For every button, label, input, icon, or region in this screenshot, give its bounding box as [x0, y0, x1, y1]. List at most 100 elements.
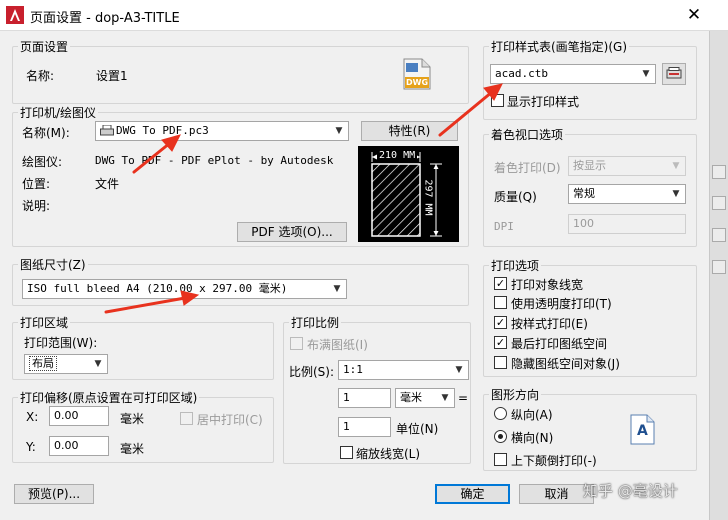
offset-y-input[interactable]: 0.00	[49, 436, 109, 456]
plot-option-label: 打印对象线宽	[511, 278, 584, 292]
scale-unit-value: 毫米	[400, 391, 422, 404]
close-button[interactable]: ✕	[680, 3, 708, 27]
background-control	[712, 165, 726, 179]
location-value: 文件	[95, 177, 120, 191]
offset-x-label: X:	[26, 410, 39, 424]
display-plot-styles-checkbox[interactable]	[491, 94, 504, 107]
dwg-icon-text: DWG	[406, 78, 429, 87]
location-label: 位置:	[22, 177, 51, 191]
paper-size-value: ISO full bleed A4 (210.00 x 297.00 毫米)	[27, 282, 288, 295]
plot-style-edit-button[interactable]	[662, 63, 686, 85]
plot-style-value: acad.ctb	[495, 67, 548, 80]
printer-icon	[100, 124, 114, 137]
page-setup-legend: 页面设置	[20, 40, 69, 54]
shade-plot-label: 着色打印(D)	[494, 161, 561, 175]
scale-value1-input[interactable]: 1	[338, 388, 391, 408]
chevron-down-icon: ▼	[642, 69, 650, 79]
center-plot-label: 居中打印(C)	[197, 413, 263, 427]
plot-range-select[interactable]: 布局 ▼	[24, 354, 108, 374]
upside-down-label: 上下颠倒打印(-)	[511, 454, 597, 468]
background-control	[712, 196, 726, 210]
portrait-label: 纵向(A)	[511, 408, 553, 422]
ok-button[interactable]: 确定	[435, 484, 510, 504]
chevron-down-icon: ▼	[455, 365, 463, 375]
pdf-options-button[interactable]: PDF 选项(O)...	[237, 222, 347, 242]
plot-option-checkbox[interactable]: ✓	[494, 336, 507, 349]
background-control	[712, 228, 726, 242]
printer-legend: 打印机/绘图仪	[20, 106, 97, 120]
plot-option-label: 最后打印图纸空间	[511, 337, 608, 351]
plot-range-label: 打印范围(W):	[24, 336, 98, 350]
offset-y-unit: 毫米	[120, 442, 145, 456]
plot-option-checkbox[interactable]: ✓	[494, 316, 507, 329]
orientation-letter: A	[637, 423, 648, 439]
plot-style-table-legend: 打印样式表(画笔指定)(G)	[491, 40, 628, 54]
watermark-text: 知乎 @毫设计	[583, 482, 678, 500]
shade-plot-select[interactable]: 按显示 ▼	[568, 156, 686, 176]
plot-style-select[interactable]: acad.ctb ▼	[490, 64, 656, 84]
chevron-down-icon: ▼	[672, 161, 680, 171]
scale-value2-input[interactable]: 1	[338, 417, 391, 437]
scale-unit-label: 单位(N)	[396, 422, 439, 436]
autocad-app-icon	[6, 6, 24, 24]
shaded-viewport-legend: 着色视口选项	[491, 128, 564, 142]
plot-scale-legend: 打印比例	[291, 316, 340, 330]
upside-down-checkbox[interactable]	[494, 453, 507, 466]
plot-option-label: 隐藏图纸空间对象(J)	[511, 357, 620, 371]
offset-x-unit: 毫米	[120, 412, 145, 426]
printer-name-value: DWG To PDF.pc3	[116, 124, 209, 137]
landscape-label: 横向(N)	[511, 431, 554, 445]
page-setup-group: 页面设置	[12, 38, 469, 104]
scale-unit-select[interactable]: 毫米 ▼	[395, 388, 455, 408]
plot-option-checkbox[interactable]	[494, 296, 507, 309]
quality-value: 常规	[573, 187, 595, 200]
dpi-input[interactable]: 100	[568, 214, 686, 234]
window-title: 页面设置 - dop-A3-TITLE	[30, 11, 180, 26]
quality-label: 质量(Q)	[494, 190, 537, 204]
description-label: 说明:	[22, 199, 51, 213]
plot-option-label: 按样式打印(E)	[511, 317, 588, 331]
plot-area-legend: 打印区域	[20, 316, 69, 330]
scale-label: 比例(S):	[289, 365, 335, 379]
preview-width-label: 210 MM	[377, 150, 418, 161]
preview-button[interactable]: 预览(P)...	[14, 484, 94, 504]
plot-range-value: 布局	[29, 356, 57, 371]
fit-to-paper-label: 布满图纸(I)	[307, 338, 368, 352]
printer-properties-button[interactable]: 特性(R)	[361, 121, 458, 141]
printer-name-label: 名称(M):	[22, 126, 70, 140]
chevron-down-icon: ▼	[672, 189, 680, 199]
plot-option-checkbox[interactable]: ✓	[494, 277, 507, 290]
plot-offset-legend: 打印偏移(原点设置在可打印区域)	[20, 391, 198, 405]
plotter-label: 绘图仪:	[22, 155, 63, 169]
plot-style-edit-icon	[666, 67, 682, 79]
display-plot-styles-label: 显示打印样式	[507, 95, 580, 109]
landscape-radio[interactable]	[494, 430, 507, 443]
dwg-file-icon: DWG	[402, 58, 432, 90]
equals-sign: =	[458, 391, 469, 405]
background-window-edge	[709, 31, 728, 520]
plot-option-label: 使用透明度打印(T)	[511, 297, 612, 311]
scale-lineweights-checkbox[interactable]	[340, 446, 353, 459]
scale-lineweights-label: 缩放线宽(L)	[356, 447, 421, 461]
chevron-down-icon: ▼	[94, 359, 102, 369]
printer-name-select[interactable]: DWG To PDF.pc3 ▼	[95, 121, 349, 141]
dpi-label: DPI	[494, 220, 514, 233]
scale-select[interactable]: 1:1 ▼	[338, 360, 469, 380]
chevron-down-icon: ▼	[333, 284, 341, 294]
orientation-page-icon: A	[630, 414, 655, 445]
scale-value: 1:1	[343, 363, 363, 376]
drawing-orientation-legend: 图形方向	[491, 388, 540, 402]
paper-preview: 210 MM 297 MM	[358, 146, 459, 242]
shade-plot-value: 按显示	[573, 159, 606, 172]
paper-size-select[interactable]: ISO full bleed A4 (210.00 x 297.00 毫米) ▼	[22, 279, 347, 299]
page-setup-name-label: 名称:	[26, 69, 55, 83]
plot-option-checkbox[interactable]	[494, 356, 507, 369]
fit-to-paper-checkbox[interactable]	[290, 337, 303, 350]
offset-x-input[interactable]: 0.00	[49, 406, 109, 426]
offset-y-label: Y:	[26, 440, 36, 454]
chevron-down-icon: ▼	[335, 126, 343, 136]
quality-select[interactable]: 常规 ▼	[568, 184, 686, 204]
center-plot-checkbox[interactable]	[180, 412, 193, 425]
preview-height-label: 297 MM	[422, 179, 434, 216]
portrait-radio[interactable]	[494, 407, 507, 420]
